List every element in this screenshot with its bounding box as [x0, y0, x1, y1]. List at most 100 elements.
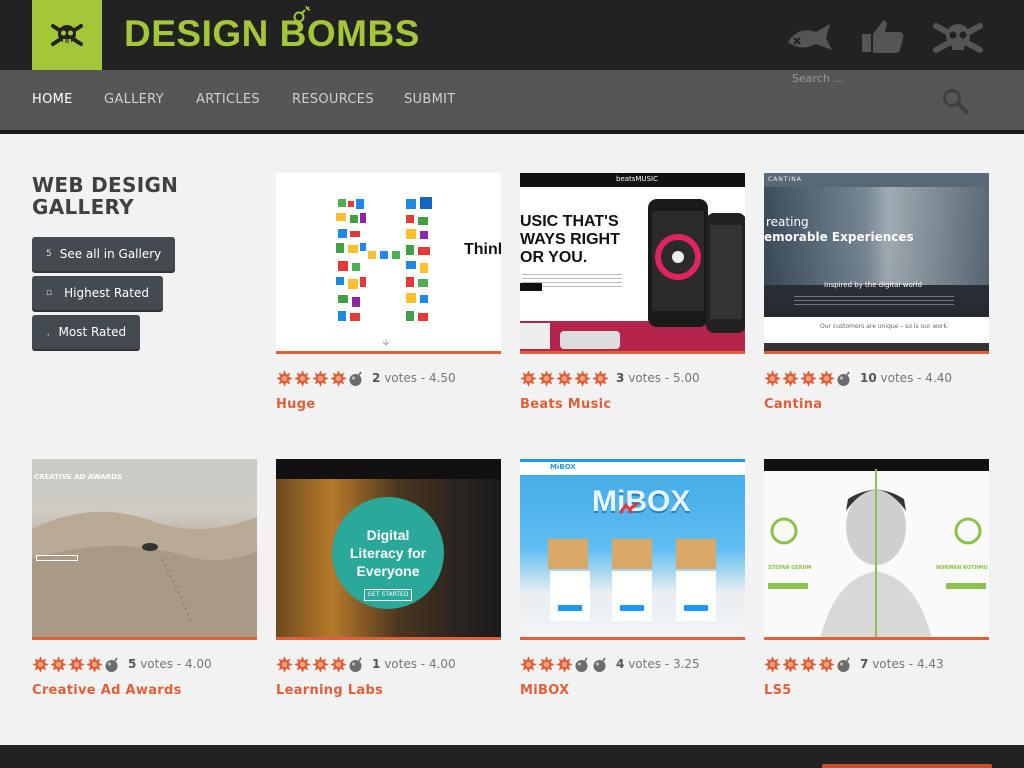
explosion-icon[interactable] [556, 655, 573, 673]
rating-stars[interactable] [520, 655, 610, 673]
vote-count: 3 votes - 5.00 [616, 371, 700, 385]
highest-rated-label: Highest Rated [64, 286, 149, 300]
explosion-icon[interactable] [818, 369, 835, 387]
bomb-icon[interactable] [348, 370, 365, 387]
search-icon[interactable] [940, 87, 972, 117]
explosion-icon[interactable] [538, 655, 555, 673]
bomb-icon[interactable] [574, 656, 591, 673]
rating-stars[interactable] [520, 369, 610, 387]
thumbnail-ls5[interactable]: STEFAN GERHM NORMAN ROTHMU [764, 459, 989, 640]
rating-stars[interactable] [276, 369, 366, 387]
highest-rated-button[interactable]: ▫ Highest Rated [32, 276, 163, 310]
cantina-line-1: reating [766, 215, 809, 229]
nav-articles[interactable]: ARTICLES [196, 92, 260, 107]
explosion-icon[interactable] [574, 369, 591, 387]
rating-stars[interactable] [764, 369, 854, 387]
explosion-icon[interactable] [68, 655, 85, 673]
nav-divider [0, 130, 1024, 134]
nav-submit[interactable]: SUBMIT [404, 92, 455, 107]
ll-cta: GET STARTED [364, 589, 412, 601]
explosion-icon[interactable] [276, 655, 293, 673]
footer-button[interactable] [822, 764, 992, 768]
card-title[interactable]: Huge [276, 397, 315, 412]
ls5-portrait [768, 469, 986, 637]
nav-home[interactable]: HOME [32, 92, 73, 107]
explosion-icon[interactable] [782, 655, 799, 673]
search-input[interactable] [780, 70, 980, 86]
rating-row: 10 votes - 4.40 [764, 369, 952, 387]
explosion-icon[interactable] [818, 655, 835, 673]
bomb-icon[interactable] [836, 656, 853, 673]
thumbnail-beats-music[interactable]: beatsMUSIC USIC THAT'S WAYS RIGHT OR YOU… [520, 173, 745, 354]
most-rated-button[interactable]: ¸ Most Rated [32, 315, 141, 349]
explosion-icon[interactable] [764, 369, 781, 387]
rating-row: 7 votes - 4.43 [764, 655, 944, 673]
gallery-card[interactable]: CREATIVE AD AWARDS 5 votes - 4.00 Creati… [32, 459, 257, 698]
thumbs-up-icon[interactable] [860, 18, 906, 54]
thumbnail-mibox[interactable]: MiBOX MiBOX [520, 459, 745, 640]
explosion-icon[interactable] [294, 369, 311, 387]
explosion-icon[interactable] [294, 655, 311, 673]
thumbnail-cantina[interactable]: CANTINA reating emorable Experiences Ins… [764, 173, 989, 354]
rating-row: 1 votes - 4.00 [276, 655, 456, 673]
bomb-icon[interactable] [348, 656, 365, 673]
cantina-body [794, 293, 954, 305]
rating-row: 5 votes - 4.00 [32, 655, 212, 673]
card-title[interactable]: LS5 [764, 683, 792, 698]
gallery-card[interactable]: Think 2 votes - 4.50 Huge [276, 173, 501, 412]
explosion-icon[interactable] [312, 369, 329, 387]
rating-row: 3 votes - 5.00 [520, 369, 700, 387]
explosion-icon[interactable] [556, 369, 573, 387]
explosion-icon[interactable] [330, 369, 347, 387]
rating-stars[interactable] [276, 655, 366, 673]
explosion-icon[interactable] [520, 369, 537, 387]
rating-stars[interactable] [764, 655, 854, 673]
explosion-icon[interactable] [276, 369, 293, 387]
explosion-icon[interactable] [800, 369, 817, 387]
nav-gallery[interactable]: GALLERY [104, 92, 164, 107]
page-title: WEB DESIGN GALLERY [32, 173, 179, 219]
nav-resources[interactable]: RESOURCES [292, 92, 374, 107]
huge-h-graphic [334, 195, 436, 346]
explosion-icon[interactable] [32, 655, 49, 673]
card-title[interactable]: Creative Ad Awards [32, 683, 182, 698]
site-brand[interactable]: DESIGN BOMBS [124, 13, 420, 55]
bomb-icon[interactable] [592, 656, 609, 673]
explosion-icon[interactable] [312, 655, 329, 673]
logo-mark[interactable] [32, 0, 102, 70]
rating-stars[interactable] [32, 655, 122, 673]
gallery-card[interactable]: Digital Literacy for Everyone GET STARTE… [276, 459, 501, 698]
ll-text-1: Digital [366, 527, 410, 543]
cantina-line-4: Our customers are unique – so is our wor… [820, 323, 949, 330]
thumbnail-learning-labs[interactable]: Digital Literacy for Everyone GET STARTE… [276, 459, 501, 640]
thumbnail-creative-ad-awards[interactable]: CREATIVE AD AWARDS [32, 459, 257, 640]
explosion-icon[interactable] [538, 369, 555, 387]
explosion-icon[interactable] [764, 655, 781, 673]
bomb-icon[interactable] [836, 370, 853, 387]
ad-awards-text: CREATIVE AD AWARDS [34, 473, 123, 481]
card-title[interactable]: Beats Music [520, 397, 611, 412]
card-title[interactable]: MiBOX [520, 683, 569, 698]
vote-count: 4 votes - 3.25 [616, 657, 700, 671]
card-title[interactable]: Cantina [764, 397, 822, 412]
card-title[interactable]: Learning Labs [276, 683, 383, 698]
explosion-icon[interactable] [520, 655, 537, 673]
explosion-icon[interactable] [86, 655, 103, 673]
see-all-gallery-label: See all in Gallery [59, 247, 162, 261]
explosion-icon[interactable] [50, 655, 67, 673]
explosion-icon[interactable] [782, 369, 799, 387]
explosion-icon[interactable] [330, 655, 347, 673]
ad-awards-btn [36, 555, 78, 561]
bomb-icon[interactable] [104, 656, 121, 673]
skull-cog-icon[interactable] [932, 20, 984, 56]
gallery-card[interactable]: STEFAN GERHM NORMAN ROTHMU 7 votes - 4.4… [764, 459, 989, 698]
gallery-card[interactable]: beatsMUSIC USIC THAT'S WAYS RIGHT OR YOU… [520, 173, 745, 412]
gallery-card[interactable]: CANTINA reating emorable Experiences Ins… [764, 173, 989, 412]
explosion-icon[interactable] [592, 369, 609, 387]
ll-top-bar [276, 459, 501, 479]
dead-fish-icon[interactable] [786, 22, 836, 52]
gallery-card[interactable]: MiBOX MiBOX 4 votes - 3.25 MiBOX [520, 459, 745, 698]
thumbnail-huge[interactable]: Think [276, 173, 501, 354]
explosion-icon[interactable] [800, 655, 817, 673]
see-all-gallery-button[interactable]: 5 See all in Gallery [32, 237, 176, 271]
